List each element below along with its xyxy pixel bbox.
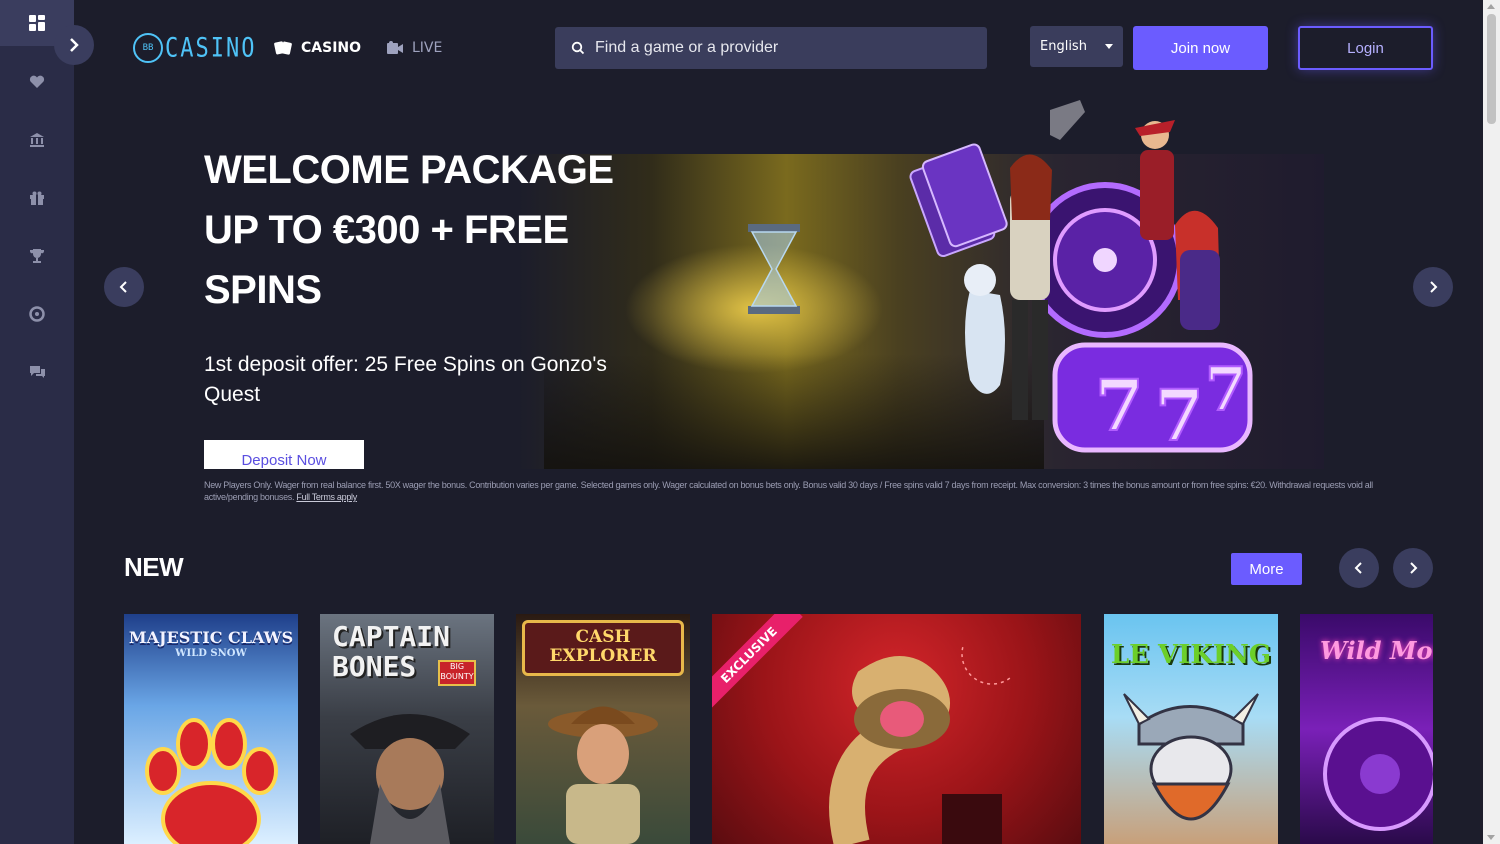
chevron-right-icon [1430,281,1438,293]
hero-title: WELCOME PACKAGE UP TO €300 + FREE SPINS [204,148,614,312]
hourglass-art [748,224,800,314]
full-terms-link[interactable]: Full Terms apply [296,492,357,502]
chevron-left-icon [119,281,127,293]
game-badge: BIG BOUNTY [438,660,476,686]
logo-text: CASINO [165,33,257,63]
search-input[interactable] [595,39,975,57]
game-card-exclusive[interactable]: EXCLUSIVE [712,614,1081,844]
svg-text:7: 7 [1155,374,1204,457]
sidebar-item-chat[interactable] [27,362,47,382]
login-button[interactable]: Login [1298,26,1433,70]
section-title-new: NEW [124,552,184,582]
game-card-majestic-claws[interactable]: MAJESTIC CLAWS WILD SNOW [124,614,298,844]
new-next-button[interactable] [1393,548,1433,588]
exclusive-badge: EXCLUSIVE [712,614,803,709]
cobra-art [829,644,1012,844]
game-title: LE VIKING [1110,640,1272,670]
scroll-thumb[interactable] [1487,14,1496,124]
nav-live[interactable]: LIVE [386,38,442,58]
terms-text: New Players Only. Wager from real balanc… [204,479,1394,503]
hero-characters-art: 7 7 7 [909,100,1253,458]
cards-icon [274,41,292,55]
sidebar-item-tournaments[interactable] [27,246,47,266]
explorer-art [548,706,658,844]
game-title: CAPTAIN BONES [332,620,451,683]
sidebar-item-support[interactable] [27,304,47,324]
heart-icon [29,75,45,88]
new-prev-button[interactable] [1339,548,1379,588]
trophy-icon [29,249,45,263]
more-button[interactable]: More [1231,553,1302,585]
chevron-left-icon [1354,562,1362,574]
paw-icon [145,718,278,844]
chevron-right-icon [1410,562,1418,574]
scroll-down-arrow-icon[interactable] [1487,835,1495,840]
live-icon [387,41,403,54]
nav-casino[interactable]: CASINO [273,38,361,58]
bank-icon [30,133,44,147]
game-title: Wild Mon VEGAS [1320,636,1433,665]
deposit-now-button[interactable]: Deposit Now [204,440,364,469]
terms-body: New Players Only. Wager from real balanc… [204,480,1373,502]
language-select[interactable]: English [1030,26,1123,67]
site-logo[interactable]: BB CASINO [133,32,256,64]
game-card-le-viking[interactable]: LE VIKING [1104,614,1278,844]
viking-art [1123,693,1259,821]
game-title: CASH EXPLORER [549,627,657,666]
svg-text:7: 7 [1095,364,1144,447]
nav-live-label: LIVE [412,40,443,56]
page-scrollbar[interactable] [1483,0,1500,844]
sidebar-item-bank[interactable] [27,130,47,150]
sidebar-expand-button[interactable] [54,25,94,65]
dashboard-icon [29,15,45,31]
game-card-cash-explorer[interactable]: CASH EXPLORER [516,614,690,844]
logo-badge: BB [133,33,163,63]
hero-subtitle: 1st deposit offer: 25 Free Spins on Gonz… [204,353,607,406]
game-subtitle: WILD SNOW [175,648,247,659]
pirate-art [350,714,470,844]
chevron-right-icon [70,38,79,52]
language-value: English [1040,39,1087,54]
search-bar[interactable] [555,27,987,69]
game-card-wild-mon-vegas[interactable]: Wild Mon VEGAS [1300,614,1433,844]
wheel-art [1323,717,1433,831]
game-card-captain-bones[interactable]: CAPTAIN BONES BIG BOUNTY [320,614,494,844]
hero-next-button[interactable] [1413,267,1453,307]
join-now-button[interactable]: Join now [1133,26,1268,70]
caret-down-icon [1105,44,1113,49]
nav-casino-label: CASINO [301,40,362,56]
sidebar-item-promotions[interactable] [27,188,47,208]
svg-text:7: 7 [1205,355,1247,425]
game-title: MAJESTIC CLAWS [128,628,294,647]
scroll-up-arrow-icon[interactable] [1487,4,1495,9]
hero-prev-button[interactable] [104,267,144,307]
search-icon [571,41,585,55]
chat-icon [29,366,45,378]
gift-icon [30,191,44,205]
sidebar-item-favorites[interactable] [27,72,47,92]
lifebuoy-icon [29,306,45,322]
sidebar [0,0,74,844]
